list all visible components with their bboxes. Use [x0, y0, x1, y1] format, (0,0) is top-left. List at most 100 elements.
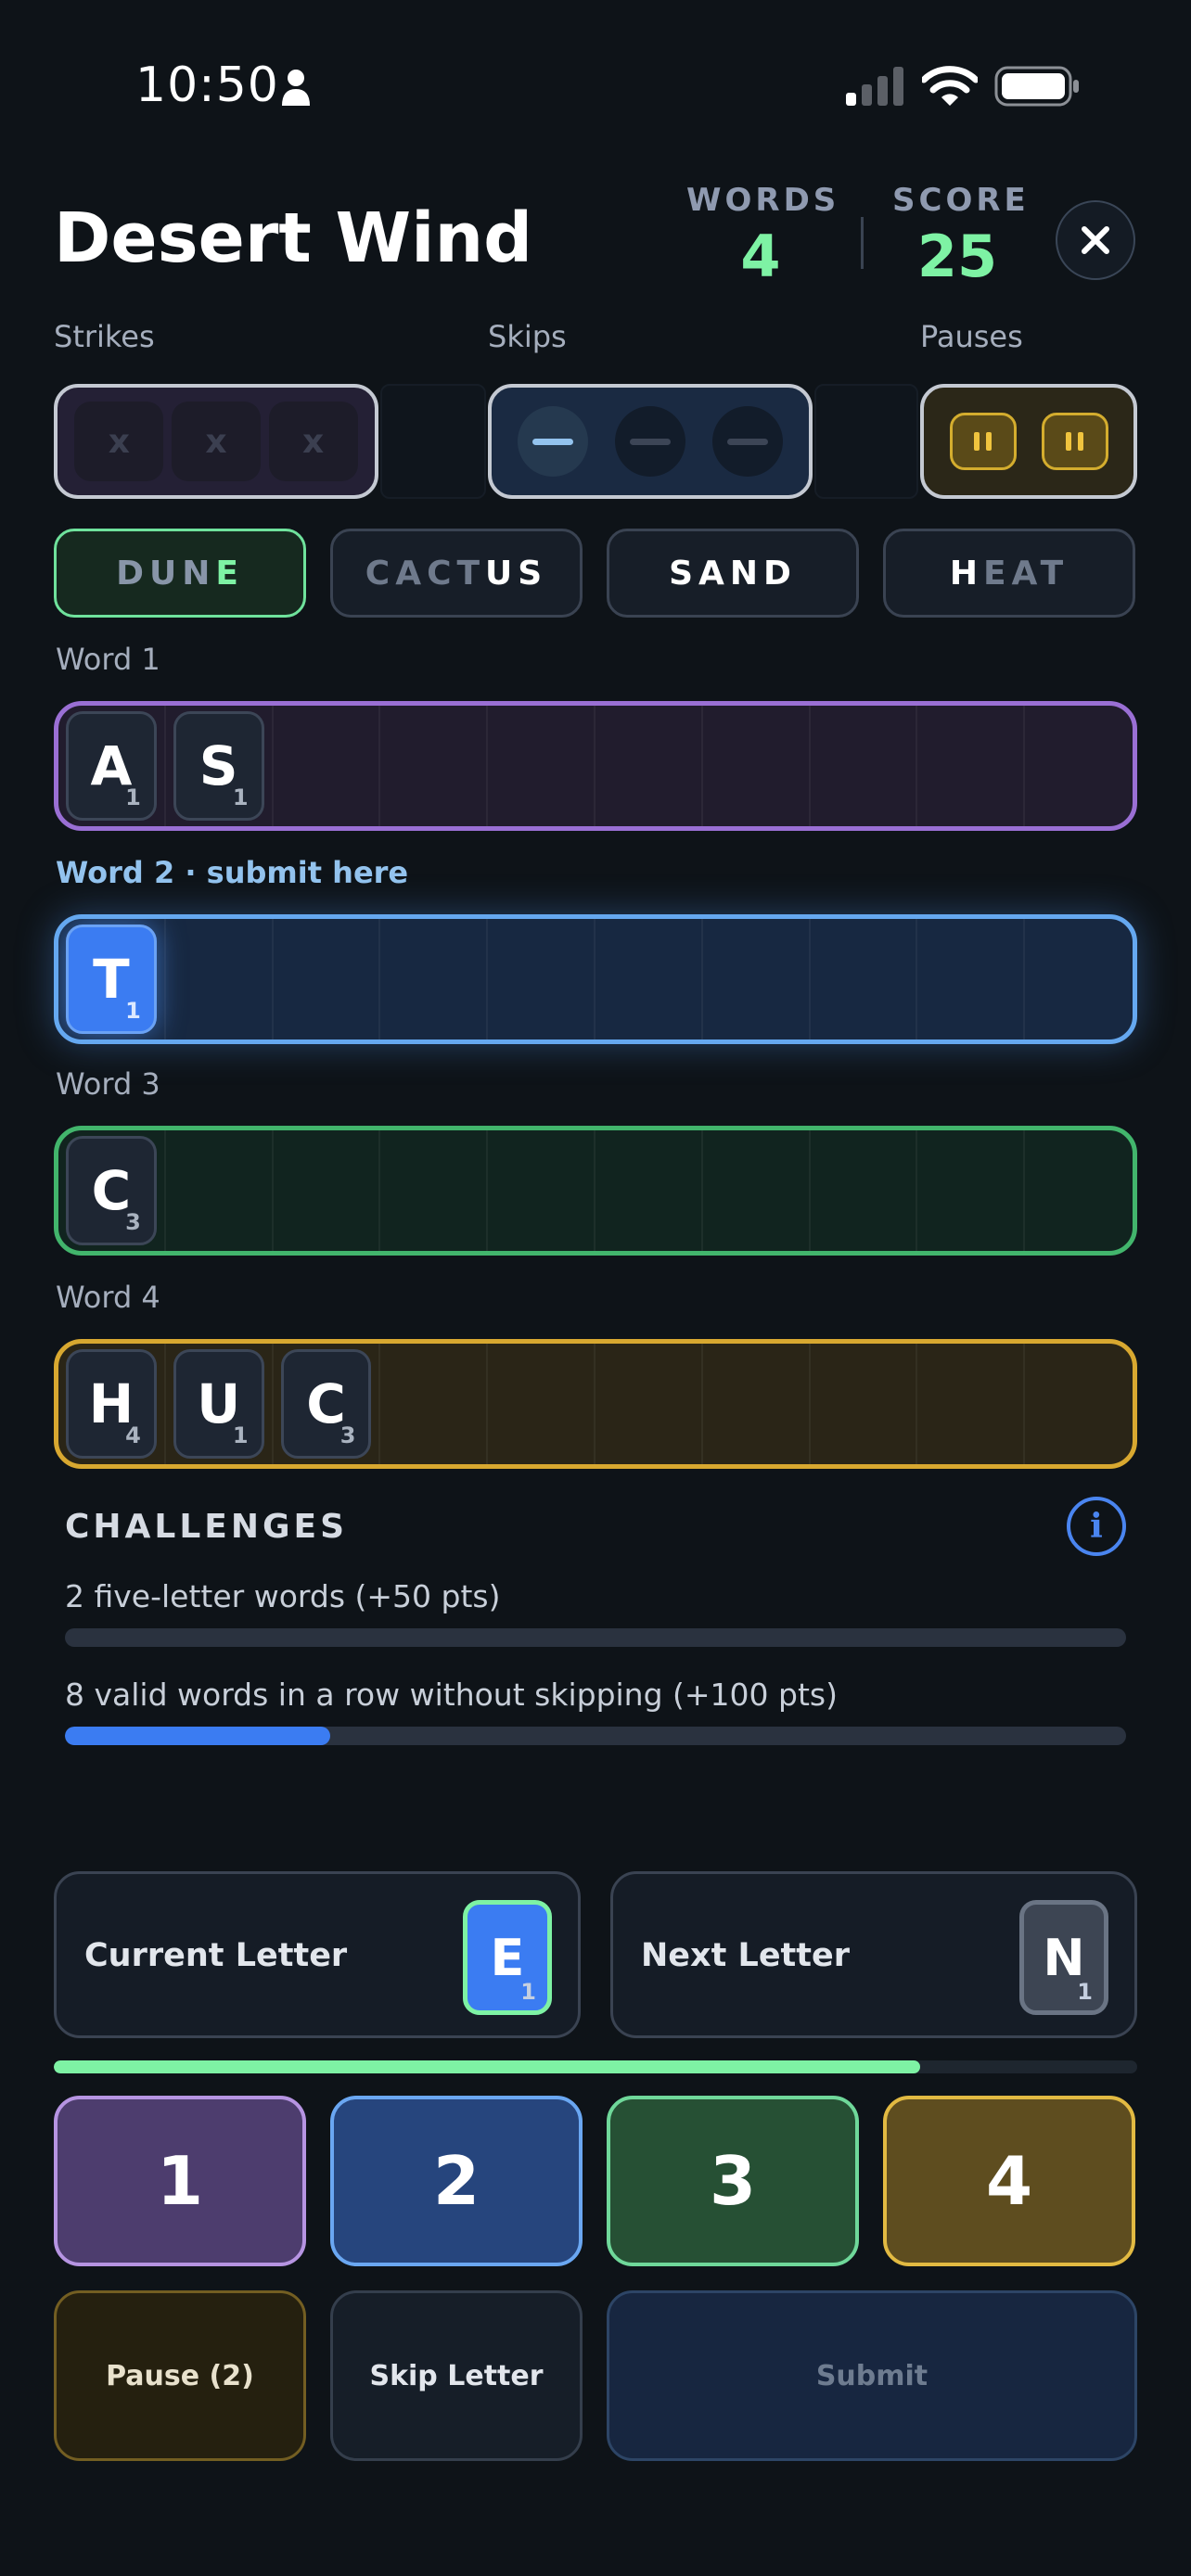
place-word-4-button[interactable]: 4 [883, 2096, 1135, 2266]
letter-cell [488, 1344, 596, 1464]
pause-slot [1041, 413, 1108, 470]
letter-cell [1025, 919, 1133, 1039]
chip-text: SAND [669, 554, 797, 593]
challenge-1-progress [65, 1628, 1126, 1647]
letter-cell [917, 1344, 1026, 1464]
chip-word-1[interactable]: DUN E [54, 529, 306, 618]
minus-icon [726, 438, 768, 445]
strike-slot: x [74, 402, 164, 481]
skips-counter [488, 384, 813, 499]
word-1-label: Word 1 [56, 642, 160, 677]
info-icon: i [1090, 1507, 1103, 1546]
word-2-label: Word 2 · submit here [56, 855, 409, 890]
letter-cell: U1 [166, 1344, 274, 1464]
letter-cell [703, 706, 811, 826]
word-4-label: Word 4 [56, 1280, 160, 1315]
info-button[interactable]: i [1067, 1497, 1126, 1556]
battery-icon [994, 66, 1079, 107]
letter-cell [811, 1130, 918, 1251]
letter-cell [166, 1130, 274, 1251]
letter-cell: A1 [58, 706, 166, 826]
chip-text: CACT [365, 554, 486, 593]
place-word-1-button[interactable]: 1 [54, 2096, 306, 2266]
letter-tile: T1 [66, 925, 157, 1034]
skip-letter-button[interactable]: Skip Letter [330, 2290, 583, 2461]
chip-highlight: E [215, 554, 244, 593]
strike-slot: x [171, 402, 261, 481]
person-icon [282, 70, 310, 106]
challenges-title: CHALLENGES [65, 1508, 349, 1546]
stat-divider [861, 217, 864, 269]
letter-cell [703, 919, 811, 1039]
tile-points: 1 [125, 784, 141, 810]
score-value: 25 [916, 223, 998, 290]
word-row-3[interactable]: C3 [54, 1126, 1137, 1256]
counter-spacer [814, 384, 918, 499]
chip-word-3[interactable]: SAND [607, 529, 859, 618]
letter-cell [380, 1344, 489, 1464]
letter-cell [274, 706, 381, 826]
pause-icon [974, 432, 980, 451]
letter-cell [596, 706, 703, 826]
word-3-label: Word 3 [56, 1066, 160, 1102]
pause-button[interactable]: Pause (2) [54, 2290, 306, 2461]
tile-points: 1 [232, 784, 249, 810]
letter-cell [703, 1130, 811, 1251]
word-row-1[interactable]: A1S1 [54, 701, 1137, 831]
status-bar: 10:50 [0, 0, 1191, 176]
letter-cell [380, 706, 489, 826]
letter-cell [274, 1130, 381, 1251]
submit-button[interactable]: Submit [607, 2290, 1137, 2461]
letter-cell [596, 919, 703, 1039]
tile-points: 4 [125, 1422, 141, 1448]
letter-cell [596, 1130, 703, 1251]
letter-cell: C3 [274, 1344, 381, 1464]
close-button[interactable] [1056, 200, 1135, 280]
words-label: WORDS [686, 182, 840, 219]
score-stat: SCORE 25 [892, 182, 1030, 290]
chip-highlight: H [949, 554, 983, 593]
letter-cell [488, 919, 596, 1039]
letter-cell: S1 [166, 706, 274, 826]
letter-cell [703, 1344, 811, 1464]
wifi-icon [922, 66, 978, 106]
strike-slot: x [268, 402, 358, 481]
letter-cell: C3 [58, 1130, 166, 1251]
letter-cell [811, 919, 918, 1039]
tile-points: 1 [520, 1979, 536, 2005]
letter-cell [166, 919, 274, 1039]
minus-icon [629, 438, 671, 445]
letter-cell [811, 706, 918, 826]
chip-word-2[interactable]: CACT US [330, 529, 583, 618]
challenge-2-text: 8 valid words in a row without skipping … [65, 1677, 838, 1713]
counter-spacer [380, 384, 486, 499]
place-word-3-button[interactable]: 3 [607, 2096, 859, 2266]
letter-cell [1025, 1344, 1133, 1464]
challenge-2-progress [65, 1727, 1126, 1745]
current-letter-label: Current Letter [84, 1937, 348, 1974]
chip-word-4[interactable]: H EAT [883, 529, 1135, 618]
letter-cell [917, 919, 1026, 1039]
letter-cell [596, 1344, 703, 1464]
progress-fill [65, 1727, 330, 1745]
tile-points: 1 [232, 1422, 249, 1448]
letter-cell [380, 1130, 489, 1251]
letter-cell: T1 [58, 919, 166, 1039]
pause-icon [1066, 432, 1071, 451]
word-row-2[interactable]: T1 [54, 914, 1137, 1044]
chip-highlight: US [485, 554, 548, 593]
score-label: SCORE [892, 182, 1030, 219]
words-stat: WORDS 4 [686, 182, 840, 290]
word-row-4[interactable]: H4U1C3 [54, 1339, 1137, 1469]
place-word-2-button[interactable]: 2 [330, 2096, 583, 2266]
skip-slot [711, 406, 783, 477]
letter-cell [488, 706, 596, 826]
tile-points: 1 [125, 998, 141, 1024]
signal-icon [846, 67, 903, 106]
next-letter-tile: N 1 [1019, 1900, 1108, 2015]
pause-slot [949, 413, 1017, 470]
letter-cell [811, 1344, 918, 1464]
challenge-1-text: 2 five-letter words (+50 pts) [65, 1578, 501, 1614]
strikes-label: Strikes [54, 319, 155, 354]
letter-tile: H4 [66, 1349, 157, 1459]
